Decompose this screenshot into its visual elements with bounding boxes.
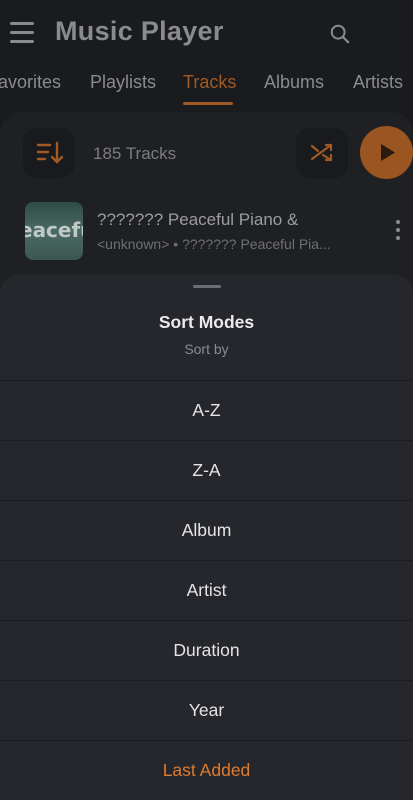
play-icon [381,144,395,161]
sort-option-z-a[interactable]: Z-A [0,440,413,500]
sort-option-album[interactable]: Album [0,500,413,560]
track-count: 185 Tracks [93,144,177,163]
tab-playlists[interactable]: Playlists [90,72,156,93]
tab-indicator [183,102,233,105]
track-row[interactable]: eacefu ??????? Peaceful Piano & <unknown… [0,198,413,264]
sort-option-last-added[interactable]: Last Added [0,740,413,800]
drag-handle[interactable] [193,285,221,288]
sort-option-duration[interactable]: Duration [0,620,413,680]
tab-bar: avorites Playlists Tracks Albums Artists [0,68,413,108]
sheet-subtitle: Sort by [184,341,229,357]
sort-button[interactable] [23,128,75,178]
top-app-bar: Music Player [0,0,413,70]
sort-options-list: A-Z Z-A Album Artist Duration Year Last … [0,380,413,800]
album-art-text: eacefu [25,218,83,242]
sheet-title: Sort Modes [158,312,255,332]
play-all-button[interactable] [360,126,413,179]
album-art: eacefu [25,202,83,260]
tab-artists[interactable]: Artists [353,72,403,93]
search-icon[interactable] [329,23,351,45]
tab-favorites[interactable]: avorites [0,72,61,93]
shuffle-icon [310,143,333,162]
sort-option-year[interactable]: Year [0,680,413,740]
shuffle-button[interactable] [296,128,348,178]
sort-icon [36,141,64,164]
sort-option-a-z[interactable]: A-Z [0,380,413,440]
track-title: ??????? Peaceful Piano & [97,210,299,229]
menu-icon[interactable] [10,22,34,44]
track-subtitle: <unknown> • ??????? Peaceful Pia... [97,236,331,252]
app-title: Music Player [55,16,224,46]
tab-tracks[interactable]: Tracks [183,72,236,93]
more-vert-icon[interactable] [393,220,403,244]
tab-albums[interactable]: Albums [264,72,324,93]
sort-option-artist[interactable]: Artist [0,560,413,620]
sort-bottom-sheet: Sort Modes Sort by A-Z Z-A Album Artist … [0,275,413,800]
